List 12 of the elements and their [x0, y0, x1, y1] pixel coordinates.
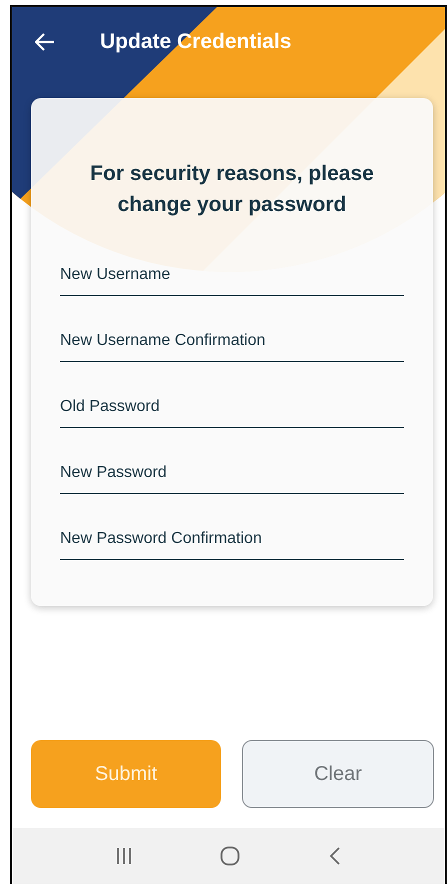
input-field[interactable]: New Username Confirmation	[60, 330, 404, 362]
input-field[interactable]: New Username	[60, 264, 404, 296]
clear-button[interactable]: Clear	[242, 740, 434, 808]
home-icon[interactable]	[220, 846, 240, 866]
screen-title: Update Credentials	[100, 30, 292, 54]
back-icon[interactable]	[328, 847, 341, 865]
input-field[interactable]: New Password Confirmation	[60, 528, 404, 560]
input-field[interactable]: Old Password	[60, 396, 404, 428]
back-arrow-icon[interactable]	[35, 33, 55, 51]
input-field[interactable]: New Password	[60, 462, 404, 494]
form-heading: For security reasons, please change your password	[89, 161, 375, 218]
recent-apps-icon[interactable]	[116, 847, 132, 865]
